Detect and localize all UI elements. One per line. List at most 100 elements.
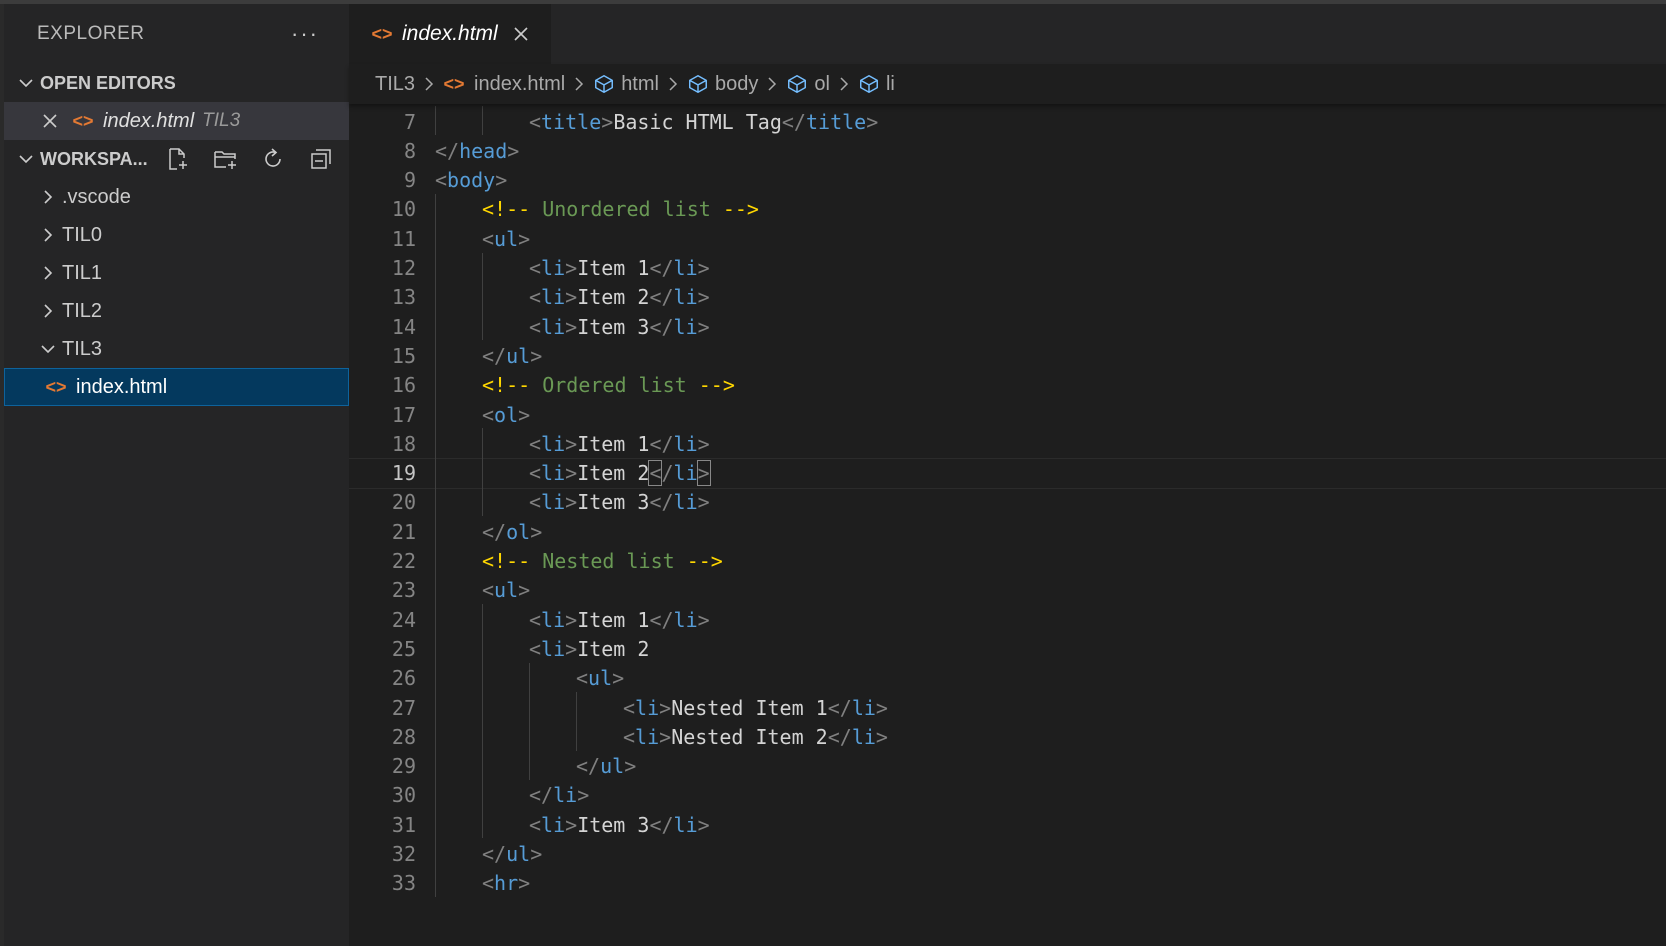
code-line[interactable]: 27 <li>Nested Item 1</li> xyxy=(349,692,1666,723)
code-token: > xyxy=(507,138,520,163)
code-token: > xyxy=(565,490,578,515)
code-token: li xyxy=(541,314,566,339)
code-line[interactable]: 8 </head> xyxy=(349,135,1666,166)
code-line[interactable]: 10 <!-- Unordered list --> xyxy=(349,194,1666,225)
code-text: <li>Item 1</li> xyxy=(529,256,710,280)
collapse-all-icon[interactable] xyxy=(307,145,335,173)
open-editor-item[interactable]: <> index.html TIL3 xyxy=(4,102,349,140)
code-token: li xyxy=(541,461,566,486)
tab-label: index.html xyxy=(402,22,498,45)
code-line[interactable]: 24 <li>Item 1</li> xyxy=(349,604,1666,635)
code-token: Item 1 xyxy=(577,256,650,280)
breadcrumb-folder[interactable]: TIL3 xyxy=(375,73,415,96)
workspace-section[interactable]: WORKSPA... xyxy=(4,140,349,178)
code-text: </li> xyxy=(529,783,589,807)
code-line[interactable]: 16 <!-- Ordered list --> xyxy=(349,370,1666,401)
code-line[interactable]: 11 <ul> xyxy=(349,223,1666,254)
code-text: <li>Item 2 xyxy=(529,637,649,661)
code-line[interactable]: 23 <ul> xyxy=(349,575,1666,606)
code-token: < xyxy=(529,490,542,515)
code-line[interactable]: 28 <li>Nested Item 2</li> xyxy=(349,721,1666,752)
code-line[interactable]: 21 </ol> xyxy=(349,516,1666,547)
code-token: > xyxy=(518,402,531,427)
code-text: </ol> xyxy=(482,520,542,544)
chevron-down-icon xyxy=(12,140,40,178)
new-folder-icon[interactable] xyxy=(211,145,239,173)
breadcrumb: TIL3 <> index.html html body ol li xyxy=(349,64,1666,104)
code-token: > xyxy=(565,431,578,456)
code-text: <li>Item 3</li> xyxy=(529,315,710,339)
code-editor[interactable]: 7 <title>Basic HTML Tag</title> 8 </head> 9 <… xyxy=(349,104,1666,946)
code-token: ul xyxy=(600,754,625,779)
code-token: > xyxy=(565,607,578,632)
code-line[interactable]: 33 <hr> xyxy=(349,868,1666,899)
code-token: </ xyxy=(482,842,507,866)
code-text: <ul> xyxy=(576,666,624,690)
tree-folder-til0[interactable]: TIL0 xyxy=(4,216,349,254)
code-line[interactable]: 18 <li>Item 1</li> xyxy=(349,428,1666,459)
code-token: Item 3 xyxy=(577,490,650,515)
code-line[interactable]: 9 <body> xyxy=(349,165,1666,196)
code-token: > xyxy=(577,783,590,808)
new-file-icon[interactable] xyxy=(163,145,191,173)
code-line[interactable]: 20 <li>Item 3</li> xyxy=(349,487,1666,518)
code-line[interactable]: 15 </ul> xyxy=(349,340,1666,371)
code-token: Item 2 xyxy=(577,461,650,486)
code-token: li xyxy=(541,490,566,515)
code-line[interactable]: 22 <!-- Nested list --> xyxy=(349,546,1666,577)
breadcrumb-file[interactable]: index.html xyxy=(474,73,565,96)
code-line[interactable]: 14 <li>Item 3</li> xyxy=(349,311,1666,342)
code-token: </ xyxy=(827,695,852,720)
tab-close-icon[interactable] xyxy=(510,23,532,45)
code-token: </ xyxy=(482,519,507,544)
breadcrumb-symbol-ol[interactable]: ol xyxy=(814,73,830,96)
more-actions-icon[interactable]: ··· xyxy=(291,21,319,47)
code-token: li xyxy=(673,490,698,515)
code-line[interactable]: 7 <title>Basic HTML Tag</title> xyxy=(349,106,1666,137)
indent-guide xyxy=(482,604,483,839)
tab-index-html[interactable]: <> index.html xyxy=(349,4,551,64)
workspace-label: WORKSPA... xyxy=(40,148,148,169)
code-text: </ul> xyxy=(482,842,542,866)
line-number: 22 xyxy=(391,549,416,573)
tree-file-index-html[interactable]: <> index.html xyxy=(4,368,349,406)
code-line[interactable]: 26 <ul> xyxy=(349,663,1666,694)
code-token: Item 1 xyxy=(577,431,650,456)
code-line[interactable]: 25 <li>Item 2 xyxy=(349,633,1666,664)
tree-folder-til3[interactable]: TIL3 xyxy=(4,330,349,368)
line-number: 19 xyxy=(391,461,416,486)
code-text: <li>Nested Item 2</li> xyxy=(623,725,888,749)
code-token: </ xyxy=(576,754,601,779)
code-line[interactable]: 19 <li>Item 2</li> xyxy=(349,457,1666,489)
code-token: li xyxy=(541,285,566,310)
breadcrumb-symbol-li[interactable]: li xyxy=(886,73,895,96)
code-line[interactable]: 29 </ul> xyxy=(349,751,1666,782)
code-line[interactable]: 13 <li>Item 2</li> xyxy=(349,282,1666,313)
tree-folder-vscode[interactable]: .vscode xyxy=(4,178,349,216)
code-line[interactable]: 30 </li> xyxy=(349,780,1666,811)
code-line[interactable]: 32 </ul> xyxy=(349,839,1666,870)
code-line[interactable]: 17 <ol> xyxy=(349,399,1666,430)
breadcrumb-symbol-html[interactable]: html xyxy=(621,73,659,96)
code-text: <!-- Nested list --> xyxy=(482,549,723,573)
code-token: li xyxy=(851,695,876,720)
code-token: --> xyxy=(722,197,759,222)
code-line[interactable]: 31 <li>Item 3</li> xyxy=(349,809,1666,840)
refresh-icon[interactable] xyxy=(259,145,287,173)
html-file-icon: <> xyxy=(443,73,465,94)
code-token: </ xyxy=(435,138,460,163)
indent-guide xyxy=(529,662,530,780)
code-token: </ xyxy=(649,607,674,632)
open-editors-section[interactable]: OPEN EDITORS xyxy=(4,64,349,102)
code-token: < xyxy=(529,636,542,661)
code-line[interactable]: 12 <li>Item 1</li> xyxy=(349,253,1666,284)
breadcrumb-symbol-body[interactable]: body xyxy=(715,73,758,96)
tree-folder-til1[interactable]: TIL1 xyxy=(4,254,349,292)
tree-folder-til2[interactable]: TIL2 xyxy=(4,292,349,330)
code-token: Unordered list xyxy=(530,197,723,222)
code-token: > xyxy=(565,256,578,280)
line-number: 25 xyxy=(391,636,416,661)
line-number: 32 xyxy=(391,842,416,866)
line-number: 14 xyxy=(391,314,416,339)
close-icon[interactable] xyxy=(38,109,62,133)
